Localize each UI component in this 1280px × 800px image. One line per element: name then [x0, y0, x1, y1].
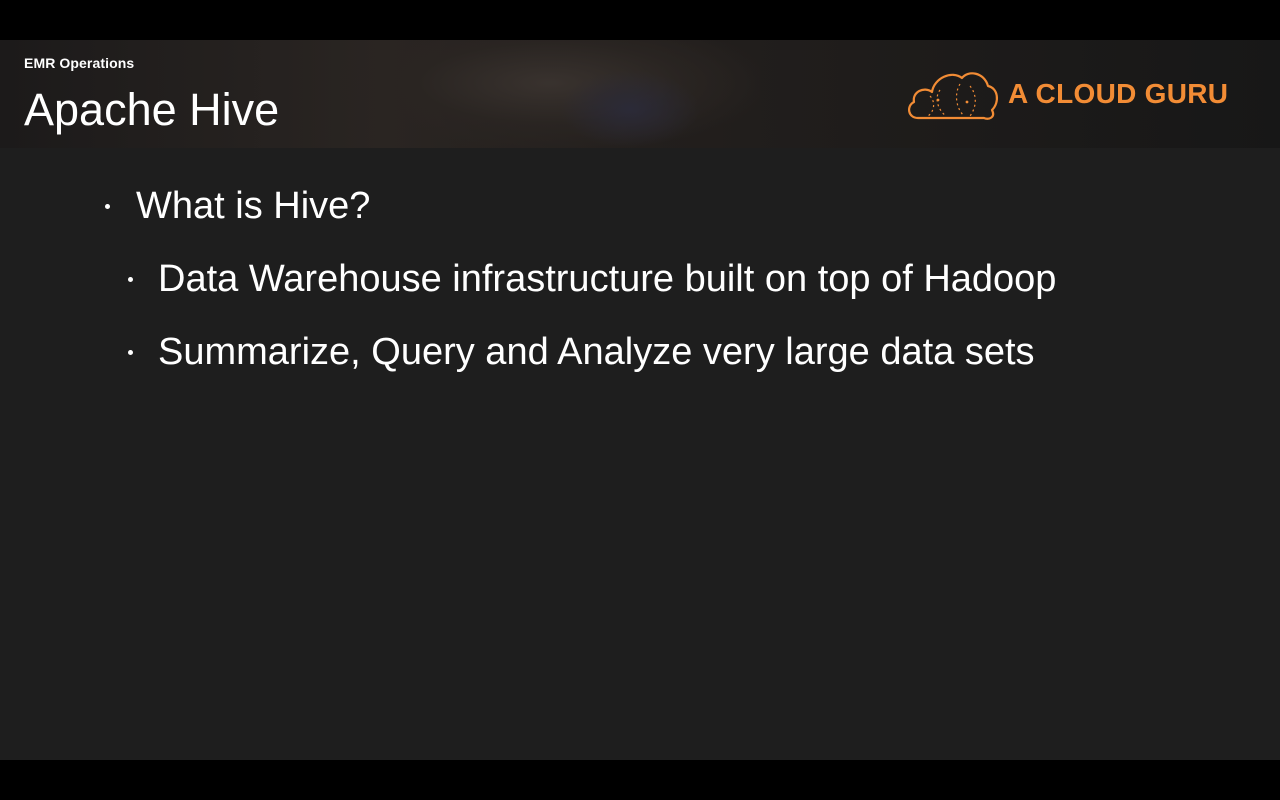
letterbox-top — [0, 0, 1280, 40]
section-label: EMR Operations — [24, 55, 135, 71]
bullet-text: What is Hive? — [136, 185, 371, 227]
bullet-item: What is Hive? — [105, 183, 371, 229]
cloud-logo-icon — [908, 72, 998, 120]
bullet-item: Summarize, Query and Analyze very large … — [128, 329, 1035, 375]
presentation-slide: EMR Operations Apache Hive A CLOUD GURU … — [0, 40, 1280, 760]
bullet-dot-icon — [128, 350, 133, 355]
bullet-text: Data Warehouse infrastructure built on t… — [158, 258, 1057, 300]
bullet-text: Summarize, Query and Analyze very large … — [158, 331, 1035, 373]
bullet-dot-icon — [128, 277, 133, 282]
bullet-item: Data Warehouse infrastructure built on t… — [128, 256, 1057, 302]
brand-logo-text: A CLOUD GURU — [1008, 78, 1229, 109]
brand-logo: A CLOUD GURU — [904, 66, 1244, 126]
letterbox-bottom — [0, 760, 1280, 800]
slide-title: Apache Hive — [24, 84, 280, 135]
header-background-photo-detail — [560, 70, 700, 148]
bullet-dot-icon — [105, 204, 110, 209]
slide-header: EMR Operations Apache Hive A CLOUD GURU — [0, 40, 1280, 148]
